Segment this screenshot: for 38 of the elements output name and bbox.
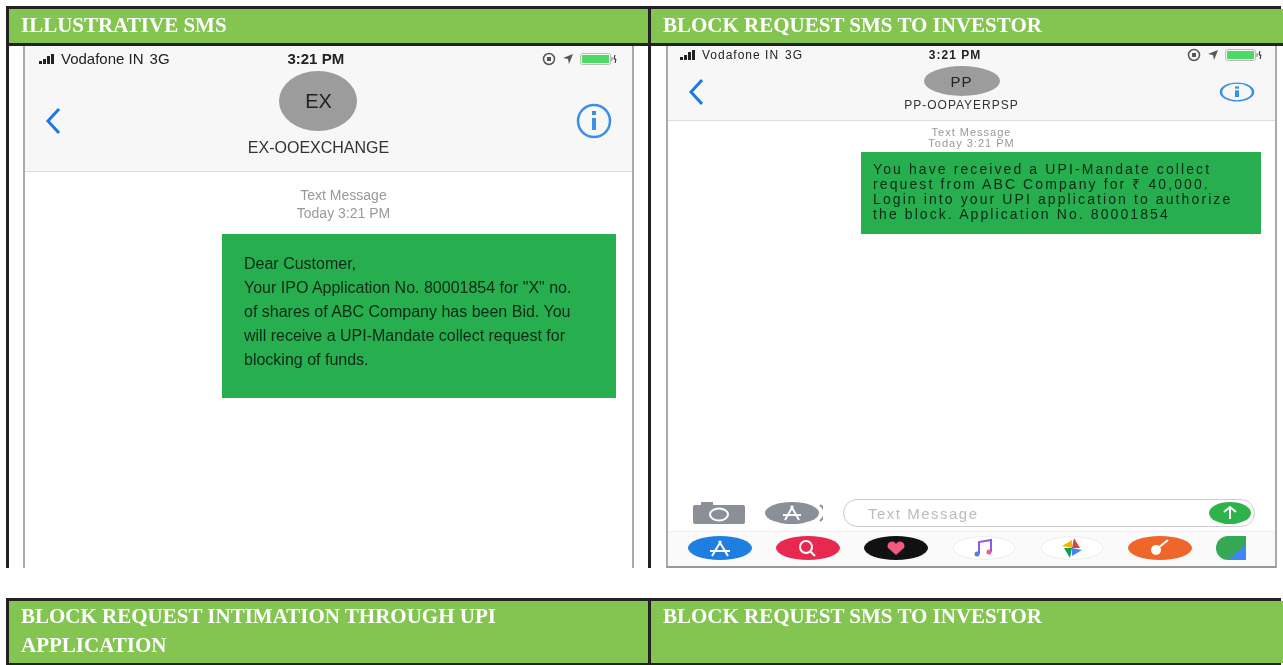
message-bubble: Dear Customer, Your IPO Application No. 80001854 for "X" no. of shares of ABC Company has been Bid. You will receive a UPI-Mandate collect request for blocking of funds. [222, 234, 616, 398]
carrier-name: Vodafone IN [61, 50, 144, 67]
music-note-icon[interactable] [952, 536, 1016, 560]
back-icon[interactable] [45, 107, 61, 135]
rotation-lock-icon [1187, 48, 1201, 62]
network-type: 3G [785, 48, 804, 62]
section-heading: BLOCK REQUEST SMS TO INVESTOR [651, 601, 1283, 663]
search-icon[interactable] [776, 536, 840, 560]
section-heading: BLOCK REQUEST INTIMATION THROUGH UPI APPLICATION [9, 601, 648, 663]
location-arrow-icon [1207, 49, 1219, 61]
sender-name: PP-OOPAYERPSP [904, 98, 1019, 114]
message-bubble: You have received a UPI-Mandate collect request from ABC Company for ₹ 40,000. Login into your UPI application to authorize the block. Application No. 80001854 [861, 152, 1261, 234]
network-type: 3G [149, 50, 170, 67]
info-icon[interactable] [1219, 82, 1255, 102]
message-input[interactable]: Text Message [866, 503, 1209, 523]
info-icon[interactable] [576, 103, 612, 139]
send-icon[interactable] [1209, 502, 1251, 524]
camera-icon[interactable] [693, 502, 745, 524]
app-store-icon[interactable] [688, 536, 752, 560]
battery-icon [580, 52, 618, 65]
back-icon[interactable] [688, 78, 704, 106]
app-store-icon[interactable] [765, 502, 823, 524]
signal-icon [680, 50, 696, 60]
battery-icon [1225, 49, 1263, 61]
rotation-lock-icon [542, 51, 556, 66]
contact-avatar: EX [279, 71, 358, 131]
message-timestamp: Text Message Today 3:21 PM [928, 127, 1015, 149]
signal-icon [39, 53, 55, 64]
status-time: 3:21 PM [286, 50, 346, 67]
location-arrow-icon [562, 52, 574, 65]
section-heading: BLOCK REQUEST SMS TO INVESTOR [651, 9, 1283, 46]
message-timestamp: Text Message Today 3:21 PM [296, 186, 391, 222]
status-time: 3:21 PM [927, 48, 983, 62]
section-heading: ILLUSTRATIVE SMS [9, 9, 648, 46]
sender-name: EX-OOEXCHANGE [247, 139, 390, 158]
contact-avatar: PP [923, 66, 1000, 96]
carrier-name: Vodafone IN [702, 48, 780, 62]
pinwheel-icon[interactable] [1040, 536, 1104, 560]
